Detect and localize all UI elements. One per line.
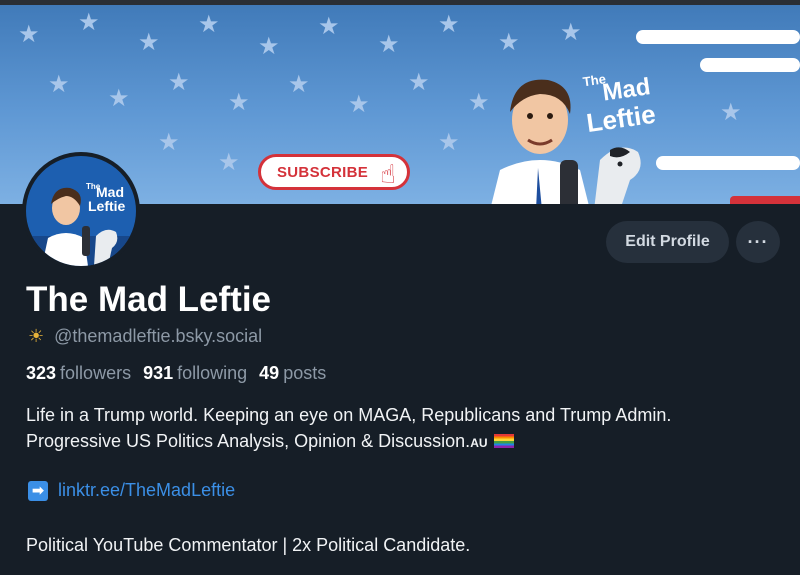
- star-icon: ★: [348, 90, 370, 118]
- avatar[interactable]: The Mad Leftie: [22, 152, 140, 270]
- star-icon: ★: [378, 30, 400, 58]
- followers-stat[interactable]: 323 followers: [26, 363, 131, 384]
- rainbow-flag-icon: [493, 434, 514, 448]
- star-icon: ★: [438, 10, 460, 38]
- bio-line-2-text: Progressive US Politics Analysis, Opinio…: [26, 431, 471, 451]
- profile-stats: 323 followers 931 following 49 posts: [26, 363, 326, 384]
- star-icon: ★: [108, 84, 130, 112]
- following-label: following: [177, 363, 248, 383]
- edit-profile-button[interactable]: Edit Profile: [606, 221, 729, 263]
- star-icon: ★: [138, 28, 160, 56]
- star-icon: ★: [198, 10, 220, 38]
- handle-row: ☀ @themadleftie.bsky.social: [28, 326, 262, 347]
- banner-top-edge: [0, 0, 800, 5]
- avatar-logo-leftie: Leftie: [88, 198, 126, 214]
- subscribe-label: SUBSCRIBE: [277, 163, 369, 181]
- posts-label: posts: [283, 363, 327, 383]
- star-icon: ★: [48, 70, 70, 98]
- banner-logo: The Mad Leftie: [576, 59, 685, 142]
- banner-stripe: [656, 156, 800, 170]
- posts-stat: 49 posts: [259, 363, 326, 384]
- bio-line-1: Life in a Trump world. Keeping an eye on…: [26, 405, 672, 425]
- following-count: 931: [143, 363, 174, 383]
- star-icon: ★: [168, 68, 190, 96]
- star-icon: ★: [258, 32, 280, 60]
- star-icon: ★: [218, 148, 240, 176]
- star-icon: ★: [18, 20, 40, 48]
- following-stat[interactable]: 931 following: [143, 363, 247, 384]
- banner-stripe: [700, 58, 800, 72]
- bio-line-2: Progressive US Politics Analysis, Opinio…: [26, 428, 796, 456]
- banner-stripe: [636, 30, 800, 44]
- banner-red-accent: [730, 196, 800, 204]
- followers-count: 323: [26, 363, 57, 383]
- star-icon: ★: [438, 128, 460, 156]
- star-icon: ★: [78, 8, 100, 36]
- bio-link-row: ➡ linktr.ee/TheMadLeftie: [28, 480, 235, 501]
- sunrise-icon: ☀: [28, 326, 45, 347]
- star-icon: ★: [560, 18, 582, 46]
- star-icon: ★: [318, 12, 340, 40]
- star-icon: ★: [498, 28, 520, 56]
- handle[interactable]: @themadleftie.bsky.social: [54, 326, 262, 347]
- star-icon: ★: [720, 98, 742, 126]
- linktree-link[interactable]: linktr.ee/TheMadLeftie: [58, 480, 235, 501]
- banner-logo-leftie: Leftie: [584, 98, 658, 139]
- star-icon: ★: [158, 128, 180, 156]
- bio-au-text: AU: [470, 436, 488, 450]
- star-icon: ★: [288, 70, 310, 98]
- display-name: The Mad Leftie: [26, 280, 272, 319]
- bio: Life in a Trump world. Keeping an eye on…: [26, 402, 796, 456]
- right-arrow-icon: ➡: [28, 480, 48, 501]
- star-icon: ★: [228, 88, 250, 116]
- followers-label: followers: [60, 363, 132, 383]
- more-options-button[interactable]: ···: [736, 221, 780, 263]
- bio-line-3: Political YouTube Commentator | 2x Polit…: [26, 535, 471, 555]
- star-icon: ★: [408, 68, 430, 96]
- posts-count: 49: [259, 363, 280, 383]
- click-cursor-icon: ☝: [380, 160, 396, 190]
